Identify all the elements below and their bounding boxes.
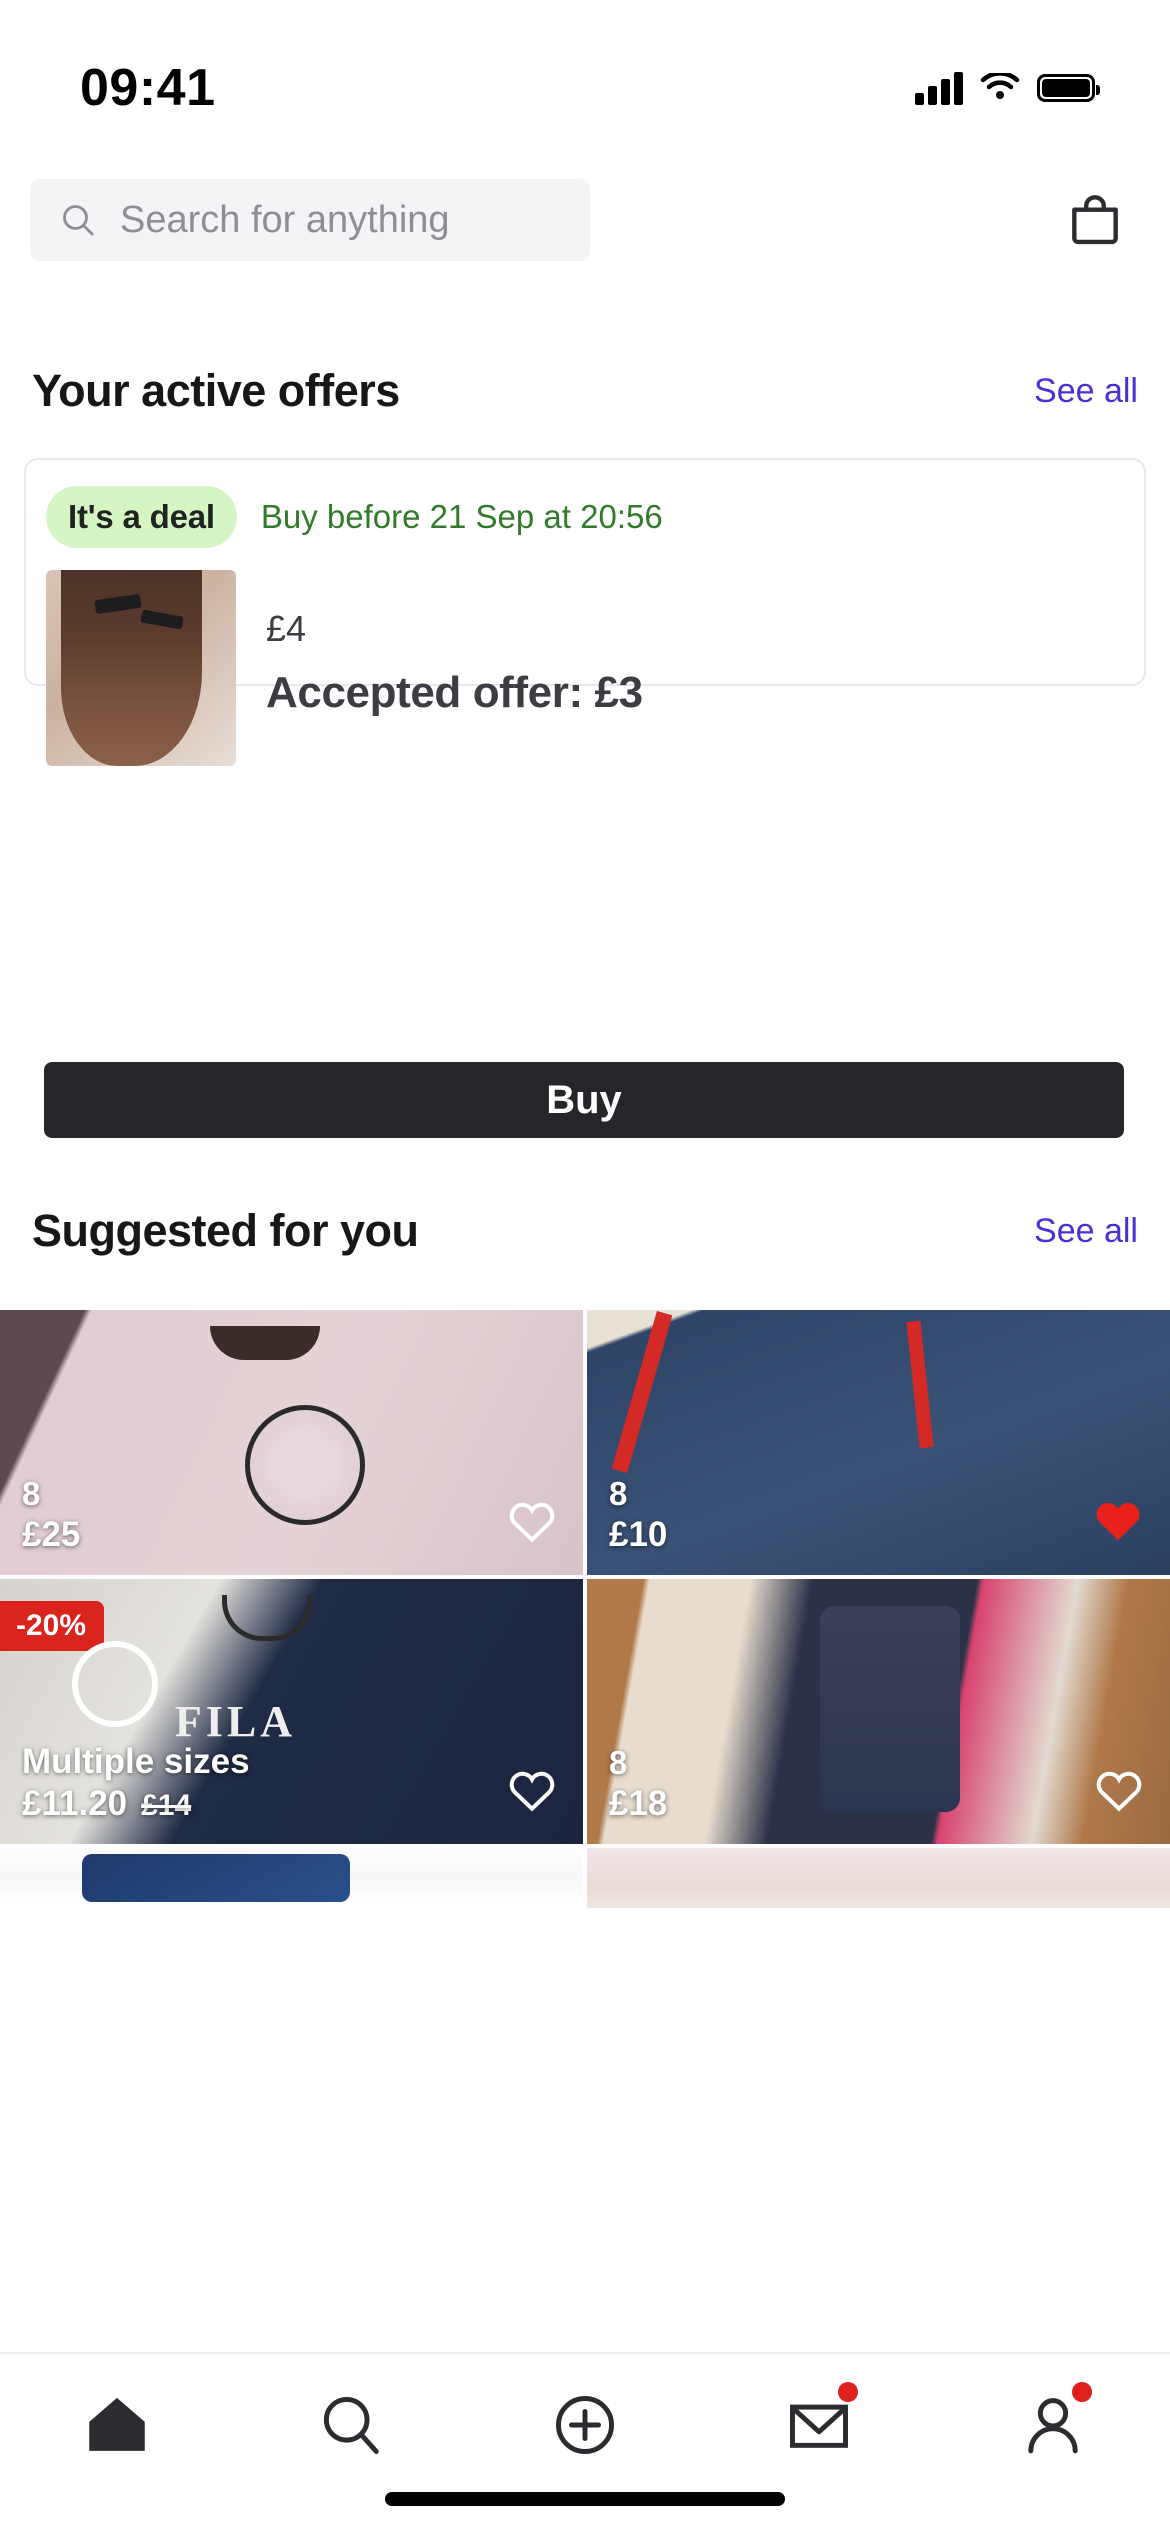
image-detail [209,1325,320,1360]
product-tile[interactable] [0,1848,583,1908]
heart-outline-icon [509,1502,555,1543]
see-all-suggested[interactable]: See all [1034,1212,1138,1251]
grid-row [0,1848,1170,1908]
suggested-title: Suggested for you [32,1205,419,1256]
suggested-header: Suggested for you See all [0,1192,1170,1270]
status-time: 09:41 [80,58,216,117]
product-meta: 8 £10 [609,1475,667,1555]
favourite-button[interactable] [505,1494,559,1553]
product-size: 8 [609,1743,628,1781]
image-detail: FILA [174,1696,297,1746]
product-image [587,1579,1170,1844]
selection-ring [72,1641,158,1727]
product-price: £25 [22,1514,81,1554]
search-icon [63,205,94,236]
heart-outline-icon [1096,1771,1142,1812]
status-bar: 09:41 [0,0,1170,135]
home-indicator [385,2492,785,2506]
product-price-row: £11.20 £14 [22,1783,250,1824]
search-input[interactable]: Search for anything [30,179,590,261]
offer-info: £4 Accepted offer: £3 [266,570,643,766]
shopping-bag-icon [1072,195,1118,245]
grid-row: FILA -20% Multiple sizes £11.20 £14 8 £1… [0,1579,1170,1844]
deal-row: It's a deal Buy before 21 Sep at 20:56 [24,458,1146,548]
status-badge: It's a deal [46,486,237,548]
offer-thumbnail[interactable] [46,570,236,766]
product-price: £10 [609,1514,668,1554]
nav-item-inbox[interactable] [744,2382,894,2462]
favourite-button[interactable] [505,1763,559,1822]
product-old-price: £14 [141,1788,192,1822]
product-size: 8 [22,1474,41,1512]
nav-item-sell[interactable] [510,2388,660,2462]
offer-deadline: Buy before 21 Sep at 20:56 [260,498,663,535]
offer-body: £4 Accepted offer: £3 [24,548,1146,766]
favourite-button[interactable] [1090,1492,1146,1553]
shopping-bag-button[interactable] [1050,189,1140,251]
wifi-icon [980,72,1020,99]
image-detail [611,1310,672,1474]
offer-accepted-price: Accepted offer: £3 [266,668,643,717]
cellular-bars-icon [915,71,963,105]
image-detail [81,1854,350,1902]
nav-item-profile[interactable] [978,2382,1128,2462]
product-sizes-label: Multiple sizes [22,1742,250,1782]
buy-button[interactable]: Buy [44,1062,1124,1138]
product-image [0,1310,583,1575]
page-title: Your active offers [32,365,400,416]
home-icon [89,2397,145,2451]
status-indicators [915,71,1100,105]
product-image [0,1848,583,1908]
search-icon [323,2396,379,2454]
image-detail [820,1605,961,1813]
image-detail [906,1320,935,1449]
product-tile[interactable] [587,1848,1170,1908]
product-image [587,1310,1170,1575]
product-tile[interactable]: 8 £18 [587,1579,1170,1844]
product-image [587,1848,1170,1908]
battery-full-icon [1037,73,1100,102]
search-placeholder: Search for anything [120,198,450,241]
product-meta: Multiple sizes £11.20 £14 [22,1741,250,1824]
product-price: £18 [609,1783,668,1823]
product-tile[interactable]: 8 £25 [0,1310,583,1575]
see-all-active-offers[interactable]: See all [1034,372,1138,411]
product-tile[interactable]: FILA -20% Multiple sizes £11.20 £14 [0,1579,583,1844]
image-detail [244,1405,365,1526]
profile-badge-dot [1072,2382,1092,2402]
nav-item-home[interactable] [42,2388,192,2462]
suggested-grid: 8 £25 8 £10 FILA -20% Multiple sizes £11… [0,1310,1170,1912]
inbox-badge-dot [838,2382,858,2402]
nav-item-search[interactable] [276,2388,426,2462]
offer-list-price: £4 [266,608,307,649]
plus-circle-icon [556,2396,614,2454]
product-price: £11.20 [22,1783,128,1823]
image-detail [221,1594,312,1641]
heart-filled-icon [1096,1503,1140,1541]
product-meta: 8 £18 [609,1744,667,1824]
app-screen: 09:41 Search for anything Your active of… [0,0,1170,2532]
active-offers-header: Your active offers See all [0,352,1170,430]
grid-row: 8 £25 8 £10 [0,1310,1170,1575]
favourite-button[interactable] [1092,1763,1146,1822]
discount-badge: -20% [0,1601,105,1651]
offer-card-content: It's a deal Buy before 21 Sep at 20:56 £… [24,458,1146,766]
product-size: 8 [609,1474,628,1512]
product-meta: 8 £25 [22,1475,80,1555]
app-header: Search for anything [0,165,1170,275]
product-tile[interactable]: 8 £10 [587,1310,1170,1575]
heart-outline-icon [509,1771,555,1812]
